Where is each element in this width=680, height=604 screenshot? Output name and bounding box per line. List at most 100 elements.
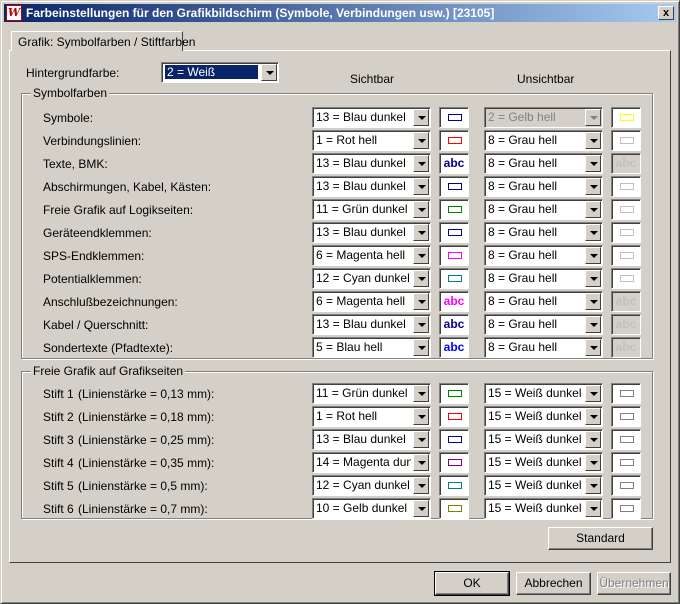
symbol-invisible-swatch-line — [620, 252, 634, 259]
background-color-label: Hintergrundfarbe: — [26, 66, 120, 80]
symbol-visible-select[interactable]: 6 = Magenta hell — [312, 245, 431, 266]
symbol-invisible-select-value: 8 = Grau hell — [488, 340, 558, 354]
pen-visible-select[interactable]: 1 = Rot hell — [312, 406, 431, 427]
chevron-down-icon[interactable] — [585, 316, 601, 333]
chevron-down-icon[interactable] — [585, 408, 601, 425]
apply-button[interactable]: Übernehmen — [597, 572, 671, 595]
symbol-visible-swatch-line — [448, 137, 462, 144]
pen-invisible-swatch — [611, 475, 641, 496]
chevron-down-icon[interactable] — [585, 178, 601, 195]
symbol-invisible-select[interactable]: 8 = Grau hell — [484, 153, 603, 174]
chevron-down-icon[interactable] — [413, 270, 429, 287]
pen-visible-select[interactable]: 13 = Blau dunkel — [312, 429, 431, 450]
symbol-row-label: Abschirmungen, Kabel, Kästen: — [43, 180, 212, 194]
chevron-down-icon[interactable] — [413, 132, 429, 149]
chevron-down-icon[interactable] — [413, 385, 429, 402]
symbol-visible-swatch-line — [448, 252, 462, 259]
chevron-down-icon[interactable] — [413, 178, 429, 195]
pen-visible-select[interactable]: 10 = Gelb dunkel — [312, 498, 431, 519]
symbol-invisible-swatch-line — [620, 137, 634, 144]
chevron-down-icon[interactable] — [585, 293, 601, 310]
symbol-invisible-select-value: 8 = Grau hell — [488, 271, 558, 285]
chevron-down-icon[interactable] — [413, 477, 429, 494]
chevron-down-icon[interactable] — [585, 431, 601, 448]
background-color-select[interactable]: 2 = Weiß — [161, 62, 279, 83]
symbol-invisible-select[interactable]: 8 = Grau hell — [484, 176, 603, 197]
symbol-visible-select[interactable]: 11 = Grün dunkel — [312, 199, 431, 220]
chevron-down-icon[interactable] — [585, 270, 601, 287]
chevron-down-icon[interactable] — [585, 132, 601, 149]
symbol-invisible-select[interactable]: 2 = Gelb hell — [484, 107, 603, 128]
pen-colors-group-title: Freie Grafik auf Grafikseiten — [31, 364, 186, 378]
pen-invisible-select[interactable]: 15 = Weiß dunkel — [484, 429, 603, 450]
chevron-down-icon[interactable] — [413, 155, 429, 172]
close-button[interactable]: x — [658, 6, 674, 20]
chevron-down-icon[interactable] — [413, 109, 429, 126]
symbol-visible-select[interactable]: 13 = Blau dunkel — [312, 153, 431, 174]
symbol-invisible-select[interactable]: 8 = Grau hell — [484, 314, 603, 335]
pen-invisible-swatch — [611, 383, 641, 404]
dialog-window: W Farbeinstellungen für den Grafikbildsc… — [0, 0, 680, 604]
symbol-invisible-select[interactable]: 8 = Grau hell — [484, 337, 603, 358]
chevron-down-icon[interactable] — [585, 385, 601, 402]
symbol-invisible-select[interactable]: 8 = Grau hell — [484, 130, 603, 151]
tab-symbol-pen-colors[interactable]: Grafik: Symbolfarben / Stiftfarben — [11, 31, 195, 51]
symbol-visible-select[interactable]: 12 = Cyan dunkel — [312, 268, 431, 289]
chevron-down-icon[interactable] — [585, 155, 601, 172]
chevron-down-icon[interactable] — [585, 477, 601, 494]
standard-button[interactable]: Standard — [548, 527, 653, 550]
chevron-down-icon[interactable] — [585, 109, 601, 126]
cancel-button[interactable]: Abbrechen — [516, 572, 591, 595]
symbol-invisible-select[interactable]: 8 = Grau hell — [484, 222, 603, 243]
pen-invisible-select-value: 15 = Weiß dunkel — [488, 386, 582, 400]
ok-button[interactable]: OK — [434, 571, 510, 596]
symbol-invisible-swatch-text: abc — [615, 294, 637, 308]
symbol-visible-select-value: 13 = Blau dunkel — [316, 225, 406, 239]
pen-visible-select[interactable]: 14 = Magenta dunkel — [312, 452, 431, 473]
symbol-invisible-swatch-line — [620, 229, 634, 236]
symbol-invisible-select[interactable]: 8 = Grau hell — [484, 268, 603, 289]
title-bar: W Farbeinstellungen für den Grafikbildsc… — [4, 4, 676, 22]
chevron-down-icon[interactable] — [413, 316, 429, 333]
pen-invisible-select[interactable]: 15 = Weiß dunkel — [484, 452, 603, 473]
pen-invisible-select[interactable]: 15 = Weiß dunkel — [484, 498, 603, 519]
chevron-down-icon[interactable] — [413, 293, 429, 310]
chevron-down-icon[interactable] — [585, 454, 601, 471]
chevron-down-icon[interactable] — [413, 431, 429, 448]
pen-label: Stift 3 — [43, 433, 74, 447]
symbol-invisible-swatch-text: abc — [615, 340, 637, 354]
pen-visible-select[interactable]: 12 = Cyan dunkel — [312, 475, 431, 496]
pen-visible-select-value: 10 = Gelb dunkel — [316, 501, 408, 515]
pen-invisible-select[interactable]: 15 = Weiß dunkel — [484, 383, 603, 404]
pen-invisible-select[interactable]: 15 = Weiß dunkel — [484, 475, 603, 496]
symbol-invisible-swatch-line — [620, 183, 634, 190]
symbol-visible-swatch: abc — [439, 314, 469, 335]
chevron-down-icon[interactable] — [585, 201, 601, 218]
chevron-down-icon[interactable] — [585, 339, 601, 356]
chevron-down-icon[interactable] — [585, 500, 601, 517]
pen-invisible-swatch-line — [620, 436, 634, 443]
symbol-visible-select[interactable]: 13 = Blau dunkel — [312, 314, 431, 335]
symbol-visible-select[interactable]: 1 = Rot hell — [312, 130, 431, 151]
chevron-down-icon[interactable] — [413, 454, 429, 471]
chevron-down-icon[interactable] — [413, 408, 429, 425]
chevron-down-icon[interactable] — [585, 224, 601, 241]
chevron-down-icon[interactable] — [585, 247, 601, 264]
symbol-visible-select[interactable]: 13 = Blau dunkel — [312, 107, 431, 128]
symbol-row-label: Texte, BMK: — [43, 157, 108, 171]
symbol-visible-select[interactable]: 13 = Blau dunkel — [312, 176, 431, 197]
pen-visible-select[interactable]: 11 = Grün dunkel — [312, 383, 431, 404]
symbol-invisible-select[interactable]: 8 = Grau hell — [484, 291, 603, 312]
symbol-visible-select[interactable]: 13 = Blau dunkel — [312, 222, 431, 243]
chevron-down-icon[interactable] — [261, 64, 277, 81]
symbol-visible-select[interactable]: 5 = Blau hell — [312, 337, 431, 358]
chevron-down-icon[interactable] — [413, 500, 429, 517]
chevron-down-icon[interactable] — [413, 339, 429, 356]
symbol-invisible-select[interactable]: 8 = Grau hell — [484, 245, 603, 266]
chevron-down-icon[interactable] — [413, 247, 429, 264]
pen-invisible-select[interactable]: 15 = Weiß dunkel — [484, 406, 603, 427]
symbol-invisible-select[interactable]: 8 = Grau hell — [484, 199, 603, 220]
symbol-visible-select[interactable]: 6 = Magenta hell — [312, 291, 431, 312]
chevron-down-icon[interactable] — [413, 201, 429, 218]
chevron-down-icon[interactable] — [413, 224, 429, 241]
